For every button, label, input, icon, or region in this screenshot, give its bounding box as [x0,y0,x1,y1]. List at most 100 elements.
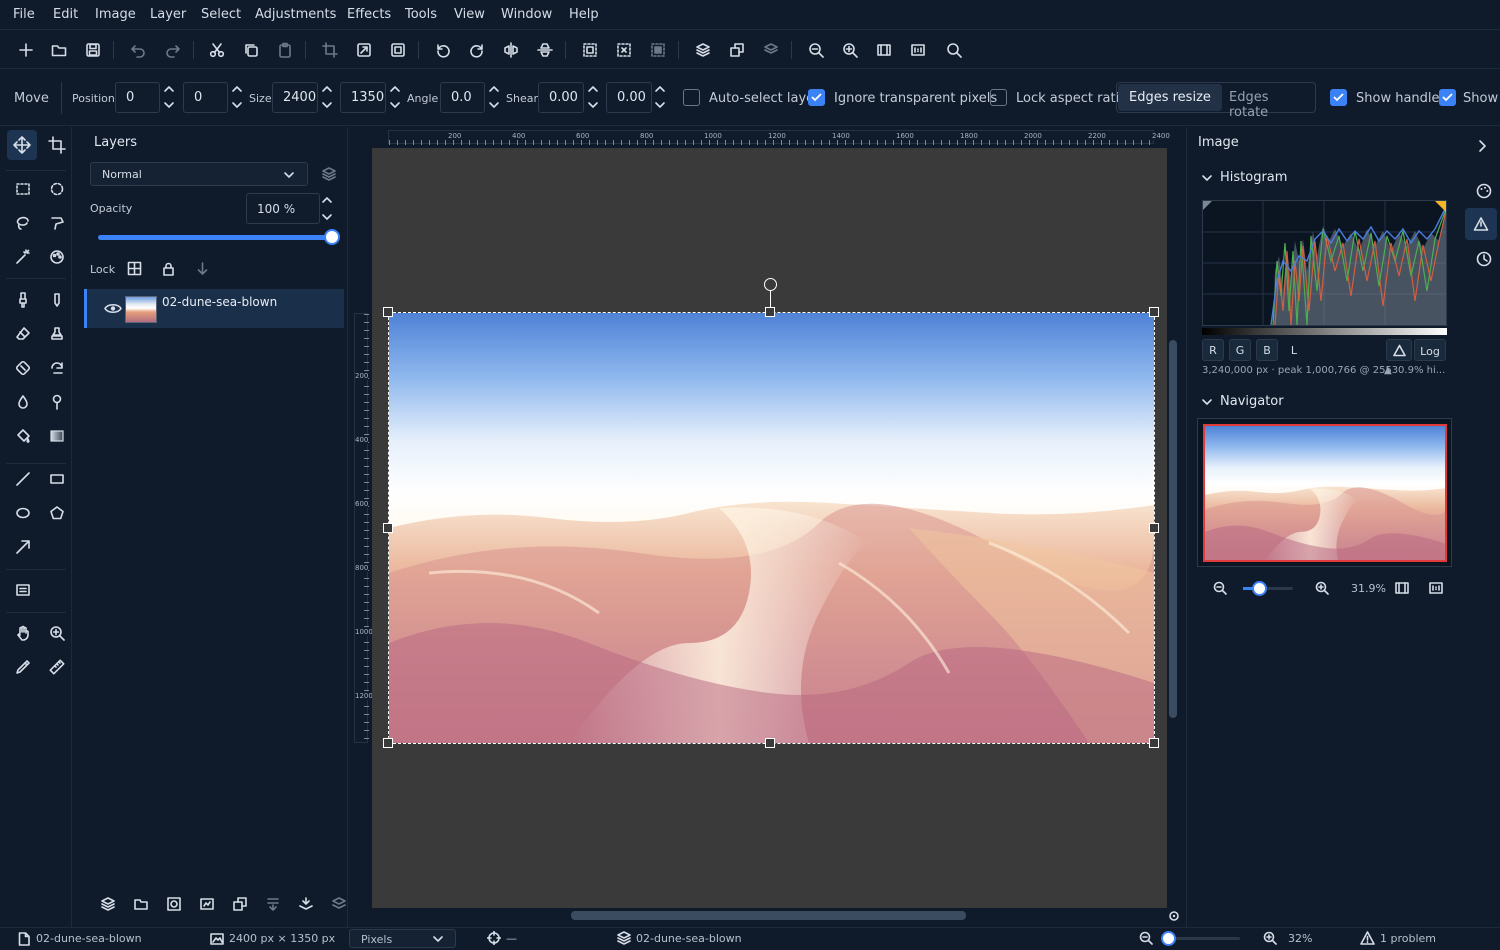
new-group-icon[interactable] [134,897,148,911]
vertical-scrollbar[interactable] [1169,340,1177,718]
menu-view[interactable]: View [454,7,485,22]
opacity-stepper[interactable] [320,195,334,223]
channel-l-button[interactable]: L [1283,339,1305,361]
hand-tool[interactable] [8,618,38,648]
status-zoom-handle[interactable] [1161,931,1176,946]
gradient-tool[interactable] [42,421,72,451]
arrow-tool[interactable] [8,532,38,562]
histogram-panel-tab[interactable] [1465,208,1497,240]
nav-fit-icon[interactable] [1395,581,1409,595]
position-y-input[interactable]: 0 [183,82,228,113]
new-file-icon[interactable] [15,39,37,61]
ellipse-tool[interactable] [8,498,38,528]
position-y-stepper[interactable] [230,83,244,113]
handle-bottom-left[interactable] [383,738,393,748]
brush-tool[interactable] [8,285,38,315]
open-folder-icon[interactable] [48,39,70,61]
status-zoom-in-icon[interactable] [1263,931,1277,945]
lock-position-icon[interactable] [195,261,210,276]
line-tool[interactable] [8,464,38,494]
resize-image-icon[interactable] [353,39,375,61]
nav-zoom-slider[interactable] [1243,581,1293,596]
zoom-out-icon[interactable] [805,39,827,61]
menu-image[interactable]: Image [95,7,136,22]
handle-middle-left[interactable] [383,523,393,533]
crop-icon[interactable] [319,39,341,61]
navigator-collapse-icon[interactable] [1201,396,1213,408]
heal-tool[interactable] [8,353,38,383]
paste-icon[interactable] [274,39,296,61]
merge-layer-icon[interactable] [760,39,782,61]
crop-tool[interactable] [42,130,72,160]
select-all-icon[interactable] [579,39,601,61]
menu-select[interactable]: Select [201,7,241,22]
horizontal-scrollbar[interactable] [571,911,966,920]
show-handles-checkbox[interactable] [1330,89,1347,106]
position-x-input[interactable]: 0 [115,82,160,113]
nav-zoom-out-icon[interactable] [1213,581,1227,595]
zoom-in-icon[interactable] [839,39,861,61]
lasso-tool[interactable] [8,208,38,238]
layer-row[interactable]: 02-dune-sea-blown [84,289,344,328]
show-more-checkbox[interactable] [1439,89,1456,106]
dodge-tool[interactable] [42,387,72,417]
rect-select-tool[interactable] [8,174,38,204]
status-zoom-slider[interactable] [1161,931,1240,946]
deselect-icon[interactable] [613,39,635,61]
menu-tools[interactable]: Tools [405,7,437,22]
cut-icon[interactable] [206,39,228,61]
new-layer-icon[interactable] [101,897,115,911]
magic-wand-tool[interactable] [8,242,38,272]
shear-y-input[interactable]: 0.00 [606,82,652,113]
handle-bottom-center[interactable] [765,738,775,748]
actual-size-icon[interactable] [907,39,929,61]
move-tool[interactable] [7,130,37,160]
clipping-warning-button[interactable] [1386,339,1412,361]
redo-icon[interactable] [162,39,184,61]
ignore-transparent-checkbox[interactable] [808,89,825,106]
menu-window[interactable]: Window [501,7,552,22]
opacity-slider[interactable] [98,229,340,245]
eye-icon[interactable] [104,302,122,315]
menu-effects[interactable]: Effects [347,7,391,22]
canvas-size-icon[interactable] [387,39,409,61]
nav-actual-size-icon[interactable] [1429,581,1443,595]
edges-rotate-button[interactable]: Edges rotate [1218,84,1315,120]
menu-help[interactable]: Help [569,7,599,22]
size-height-stepper[interactable] [388,83,402,113]
menu-adjustments[interactable]: Adjustments [255,7,336,22]
units-select[interactable]: Pixels [349,929,456,948]
polygon-lasso-tool[interactable] [42,208,72,238]
invert-selection-icon[interactable] [647,39,669,61]
warning-icon[interactable] [1360,931,1375,945]
rotate-right-icon[interactable] [466,39,488,61]
handle-top-center[interactable] [765,307,775,317]
palette-icon[interactable] [1476,183,1492,199]
undo-icon[interactable] [127,39,149,61]
expand-panel-icon[interactable] [1477,139,1489,153]
lock-pixels-icon[interactable] [127,261,142,276]
fill-tool[interactable] [8,421,38,451]
text-tool[interactable] [8,575,38,605]
center-view-icon[interactable] [1168,910,1180,922]
angle-stepper[interactable] [487,83,501,113]
clone-stamp-tool[interactable] [42,319,72,349]
auto-select-checkbox[interactable] [683,89,700,106]
handle-top-left[interactable] [383,307,393,317]
channel-b-button[interactable]: B [1256,339,1278,361]
opacity-input[interactable]: 100 % [246,193,320,224]
handle-top-right[interactable] [1149,307,1159,317]
status-problems[interactable]: 1 problem [1380,932,1436,945]
lock-aspect-checkbox[interactable] [990,89,1007,106]
rectangle-tool[interactable] [42,464,72,494]
blend-mode-select[interactable]: Normal [90,162,308,186]
shear-y-stepper[interactable] [653,83,667,113]
navigator-box[interactable] [1197,418,1452,567]
nav-zoom-in-icon[interactable] [1315,581,1329,595]
opacity-slider-handle[interactable] [324,229,340,245]
fit-window-icon[interactable] [873,39,895,61]
duplicate-layer-icon[interactable] [726,39,748,61]
adjustment-layer-icon[interactable] [200,897,214,911]
pencil-tool[interactable] [42,285,72,315]
handle-bottom-right[interactable] [1149,738,1159,748]
